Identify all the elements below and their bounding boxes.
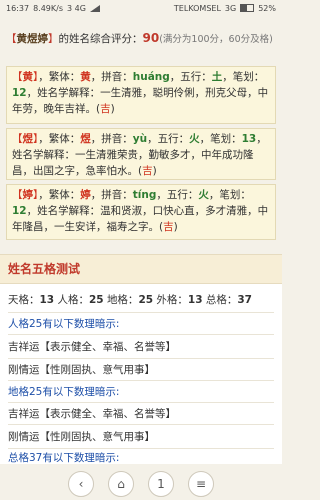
tian-ge-value: 13 — [39, 294, 55, 306]
network-type-right: 3G — [224, 3, 237, 13]
score-note: (满分为100分，60分及格) — [159, 34, 273, 45]
hint-line: 刚情运【性刚固执、意气用事】 — [8, 431, 155, 443]
chevron-left-icon: ‹ — [78, 477, 84, 491]
divider — [8, 334, 274, 335]
char-label: 煜 — [22, 133, 34, 145]
menu-button[interactable]: ≡ — [188, 471, 214, 497]
battery-percent: 52% — [258, 3, 276, 13]
divider — [8, 402, 274, 403]
luck-badge: 吉 — [142, 165, 153, 177]
divider — [8, 380, 274, 381]
full-name: 黄煜婷 — [16, 33, 49, 45]
luck-badge: 吉 — [163, 221, 174, 233]
section-title-wuge: 姓名五格测试 — [0, 254, 282, 284]
divider — [8, 312, 274, 313]
divider — [8, 424, 274, 425]
luck-badge: 吉 — [100, 103, 111, 115]
status-speed: 8.49K/s — [33, 3, 63, 13]
divider — [8, 448, 274, 449]
network-type-left: 3 4G — [66, 3, 86, 13]
menu-icon: ≡ — [195, 477, 207, 491]
hint-line: 吉祥运【表示健全、幸福、名誉等】 — [8, 408, 176, 420]
signal-icon — [89, 4, 100, 12]
wuge-values: 天格：13 人格：25 地格：25 外格：13 总格：37 — [8, 294, 252, 306]
divider — [8, 358, 274, 359]
char-label: 婷 — [22, 189, 34, 201]
status-bar: 16:37 8.49K/s 3 4G TELKOMSEL 3G 52% — [0, 0, 282, 16]
wuge-panel: 天格：13 人格：25 地格：25 外格：13 总格：37 人格25有以下数理暗… — [0, 284, 282, 464]
status-time: 16:37 — [6, 3, 30, 13]
char-card-yu: 【煜】，繁体：煜，拼音：yù，五行：火，笔划：13，姓名学解释：一生清雅荣贵，勤… — [6, 128, 276, 180]
hint-title-dige: 地格25有以下数理暗示: — [8, 386, 120, 398]
page-indicator-button[interactable]: 1 — [148, 471, 174, 497]
di-ge-value: 25 — [138, 294, 154, 306]
char-card-ting: 【婷】，繁体：婷，拼音：tíng，五行：火，笔划：12，姓名学解释：温和贤淑，口… — [6, 184, 276, 240]
hint-line: 吉祥运【表示健全、幸福、名誉等】 — [8, 341, 176, 353]
ren-ge-value: 25 — [88, 294, 104, 306]
hint-title-zongge: 总格37有以下数理暗示: — [8, 452, 120, 464]
score-summary: 【黄煜婷】的姓名综合评分：90(满分为100分，60分及格) — [6, 31, 273, 45]
page-count: 1 — [157, 477, 165, 491]
wai-ge-value: 13 — [187, 294, 203, 306]
home-button[interactable]: ⌂ — [108, 471, 134, 497]
zong-ge-value: 37 — [237, 294, 252, 306]
battery-level — [241, 5, 248, 11]
battery-icon — [240, 4, 255, 12]
score-value: 90 — [142, 31, 160, 45]
carrier-name: TELKOMSEL — [173, 3, 221, 13]
bottom-nav: ‹ ⌂ 1 ≡ — [0, 468, 282, 500]
hint-line: 刚情运【性刚固执、意气用事】 — [8, 364, 155, 376]
hint-title-renge: 人格25有以下数理暗示: — [8, 318, 120, 330]
back-button[interactable]: ‹ — [68, 471, 94, 497]
home-icon: ⌂ — [117, 477, 125, 491]
char-card-huang: 【黄】，繁体：黄，拼音：huáng，五行：土，笔划：12，姓名学解释：一生清雅，… — [6, 66, 276, 124]
char-label: 黄 — [22, 71, 34, 83]
score-label: 的姓名综合评分： — [58, 33, 143, 45]
